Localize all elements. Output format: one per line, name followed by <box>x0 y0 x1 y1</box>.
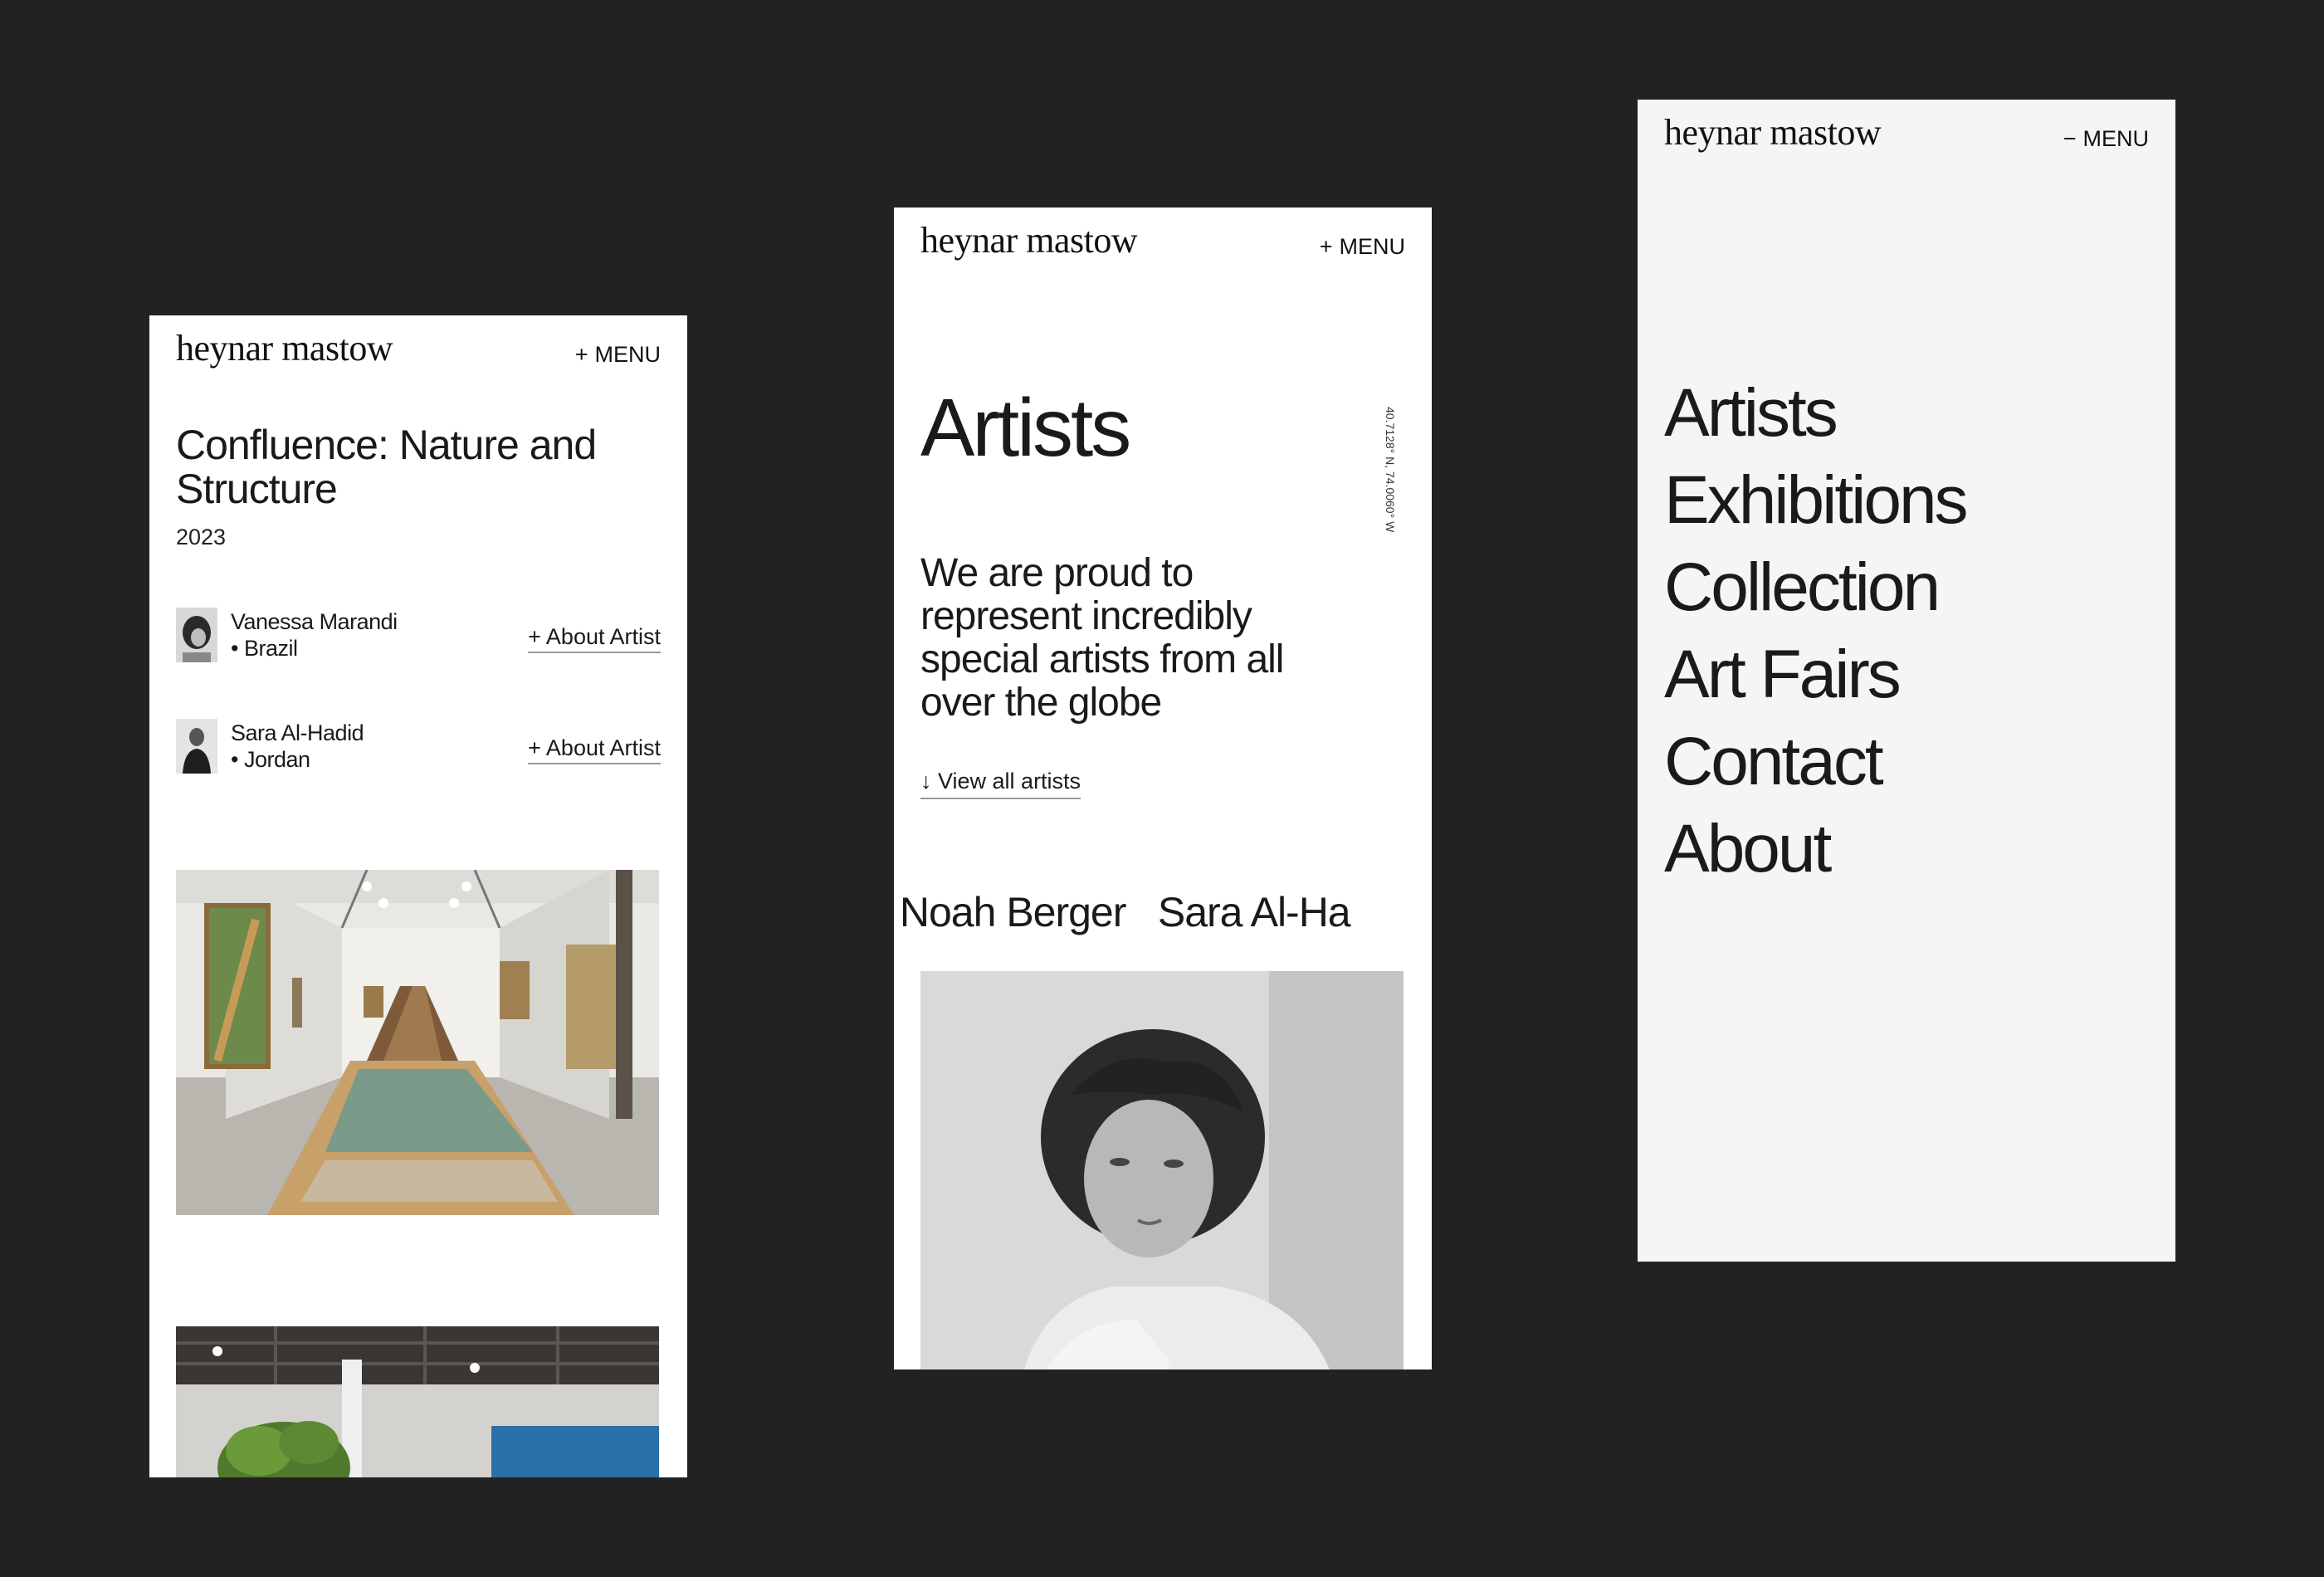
exhibition-year: 2023 <box>176 525 227 549</box>
artist-portrait[interactable] <box>920 971 1404 1370</box>
nav-item-collection[interactable]: Collection <box>1664 544 1966 631</box>
minus-icon: − <box>2063 126 2077 151</box>
marquee-artist[interactable]: Noah Berger <box>900 888 1126 936</box>
plus-icon: + <box>1319 234 1333 259</box>
artist-country: • Brazil <box>231 636 298 661</box>
menu-label: MENU <box>1339 234 1406 259</box>
marquee-artist[interactable]: Sara Al-Ha <box>1158 888 1351 936</box>
menu-label: MENU <box>2082 126 2150 151</box>
marquee-track: koba Noah Berger Sara Al-Ha <box>894 888 1379 936</box>
page-title: Artists <box>920 382 1131 473</box>
nav-item-about[interactable]: About <box>1664 805 1966 892</box>
menu-button[interactable]: + MENU <box>1320 234 1405 260</box>
plus-icon: + <box>574 342 588 367</box>
about-artist-link[interactable]: + About Artist <box>528 735 661 764</box>
brand-logo[interactable]: heynar mastow <box>176 327 393 369</box>
exhibition-title: Confluence: Nature and Structure <box>176 422 597 512</box>
menu-screen: heynar mastow − MENU Artists Exhibitions … <box>1638 100 2175 1262</box>
view-all-artists-link[interactable]: ↓ View all artists <box>920 769 1081 799</box>
artist-name: Sara Al-Hadid <box>231 720 364 745</box>
nav-item-artists[interactable]: Artists <box>1664 369 1966 456</box>
nav-item-art-fairs[interactable]: Art Fairs <box>1664 631 1966 718</box>
gallery-image[interactable] <box>176 1326 659 1477</box>
exhibition-screen: heynar mastow + MENU Confluence: Nature a… <box>149 315 687 1477</box>
gallery-image[interactable] <box>176 870 659 1215</box>
artist-name: Vanessa Marandi <box>231 609 398 634</box>
main-nav: Artists Exhibitions Collection Art Fairs… <box>1664 369 1969 892</box>
artist-row: Vanessa Marandi • Brazil + About Artist <box>176 608 661 666</box>
brand-logo[interactable]: heynar mastow <box>920 219 1138 261</box>
menu-label: MENU <box>594 342 662 367</box>
coordinates-label: 40.7128° N, 74.0060° W <box>1384 407 1397 533</box>
brand-logo[interactable]: heynar mastow <box>1664 111 1882 154</box>
close-menu-button[interactable]: − MENU <box>2063 126 2149 152</box>
artist-row: Sara Al-Hadid • Jordan + About Artist <box>176 719 661 777</box>
menu-button[interactable]: + MENU <box>575 342 661 368</box>
nav-item-exhibitions[interactable]: Exhibitions <box>1664 456 1969 544</box>
nav-item-contact[interactable]: Contact <box>1664 718 1966 805</box>
intro-text: We are proud to represent incredibly spe… <box>920 551 1284 725</box>
about-artist-link[interactable]: + About Artist <box>528 624 661 653</box>
artists-screen: heynar mastow + MENU Artists 40.7128° N, … <box>894 208 1432 1370</box>
avatar <box>176 608 217 662</box>
avatar <box>176 719 217 774</box>
artist-marquee: koba Noah Berger Sara Al-Ha <box>894 888 1432 946</box>
artist-country: • Jordan <box>231 747 310 772</box>
